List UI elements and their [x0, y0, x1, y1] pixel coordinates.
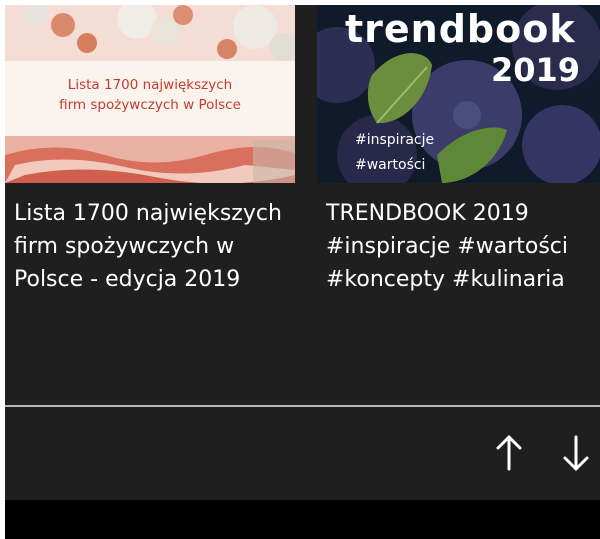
card-food-companies-list[interactable]: Lista 1700 największych firm spożywczych… — [5, 5, 295, 405]
arrow-up-icon — [496, 435, 522, 471]
scroll-down-button[interactable] — [556, 431, 596, 475]
card-thumbnail[interactable]: Lista 1700 największych firm spożywczych… — [5, 5, 295, 183]
thumbnail-caption-line2: firm spożywczych w Polsce — [59, 97, 241, 113]
carousel-frame: Lista 1700 największych firm spożywczych… — [5, 5, 600, 539]
thumbnail-caption-line1: Lista 1700 największych — [67, 77, 233, 93]
scroll-up-button[interactable] — [489, 431, 529, 475]
card-list: Lista 1700 największych firm spożywczych… — [5, 5, 600, 405]
thumbnail-tag: #wartości — [355, 157, 426, 173]
thumbnail-year: 2019 — [490, 51, 580, 89]
bottom-strip — [5, 500, 600, 539]
carousel-navigation — [5, 407, 600, 500]
card-trendbook[interactable]: trendbook 2019 #inspiracje #wartości TRE… — [317, 5, 600, 405]
thumbnail-caption: Lista 1700 największych firm spożywczych… — [5, 75, 295, 115]
thumbnail-tag: #inspiracje — [355, 132, 435, 148]
card-thumbnail[interactable]: trendbook 2019 #inspiracje #wartości — [317, 5, 600, 183]
thumbnail-brand: trendbook — [345, 7, 576, 51]
card-title[interactable]: Lista 1700 największych firm spożywczych… — [14, 197, 289, 296]
arrow-down-icon — [563, 435, 589, 471]
card-title[interactable]: TRENDBOOK 2019 #inspiracje #wartości #ko… — [326, 197, 596, 296]
